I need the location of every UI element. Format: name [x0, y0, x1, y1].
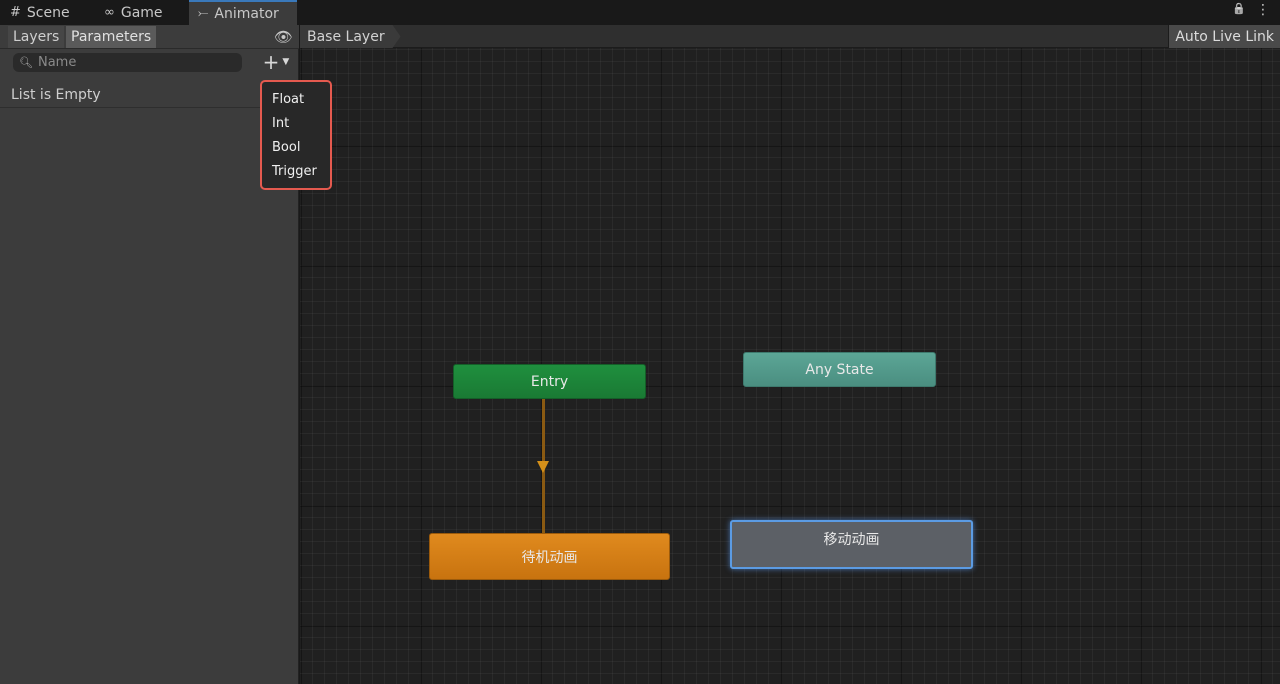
- more-options-icon[interactable]: ⋮: [1256, 2, 1270, 18]
- tab-scene-label: Scene: [26, 4, 70, 21]
- search-box: 🔍︎: [13, 53, 242, 72]
- window-tab-bar: # Scene ∞ Game ⤚ Animator 🔒 ⋮: [0, 0, 1280, 25]
- search-row: 🔍︎ + ▼: [0, 50, 299, 74]
- breadcrumb-base-layer[interactable]: Base Layer: [300, 25, 401, 48]
- idle-state-node[interactable]: 待机动画: [429, 533, 670, 580]
- tab-animator[interactable]: ⤚ Animator: [189, 0, 297, 25]
- window-controls: 🔒 ⋮: [1232, 2, 1270, 18]
- tab-layers[interactable]: Layers: [8, 26, 65, 48]
- auto-live-link-button[interactable]: Auto Live Link: [1168, 25, 1280, 48]
- menu-item-bool[interactable]: Bool: [262, 135, 330, 159]
- entry-node[interactable]: Entry: [453, 364, 646, 399]
- any-state-node[interactable]: Any State: [743, 352, 936, 387]
- menu-item-trigger[interactable]: Trigger: [262, 159, 330, 183]
- chevron-down-icon: ▼: [282, 57, 290, 67]
- search-input[interactable]: [37, 55, 228, 70]
- plus-icon: +: [262, 50, 280, 74]
- tab-game-label: Game: [120, 4, 163, 21]
- tab-parameters[interactable]: Parameters: [66, 26, 157, 48]
- eye-icon[interactable]: 👁: [274, 28, 293, 46]
- grid-icon: #: [10, 5, 21, 20]
- tab-game[interactable]: ∞ Game: [104, 0, 184, 25]
- lock-icon[interactable]: 🔒: [1232, 2, 1246, 18]
- parameters-panel: Layers Parameters 👁 🔍︎ + ▼ List is Empty: [0, 25, 299, 684]
- empty-list-label: List is Empty: [0, 82, 299, 108]
- search-icon: 🔍︎: [19, 56, 33, 69]
- breadcrumb-bar: Base Layer Auto Live Link: [300, 25, 1280, 48]
- gamepad-icon: ∞: [104, 5, 115, 20]
- add-parameter-menu: Float Int Bool Trigger: [260, 80, 332, 190]
- menu-item-int[interactable]: Int: [262, 111, 330, 135]
- transition-arrow-icon: [537, 461, 549, 473]
- add-parameter-button[interactable]: + ▼: [256, 50, 296, 74]
- panel-subtabs: Layers Parameters 👁: [0, 25, 299, 49]
- tab-animator-label: Animator: [214, 5, 279, 22]
- move-state-node[interactable]: 移动动画: [730, 520, 973, 569]
- menu-item-float[interactable]: Float: [262, 87, 330, 111]
- animator-icon: ⤚: [198, 6, 209, 21]
- tab-scene[interactable]: # Scene: [10, 0, 95, 25]
